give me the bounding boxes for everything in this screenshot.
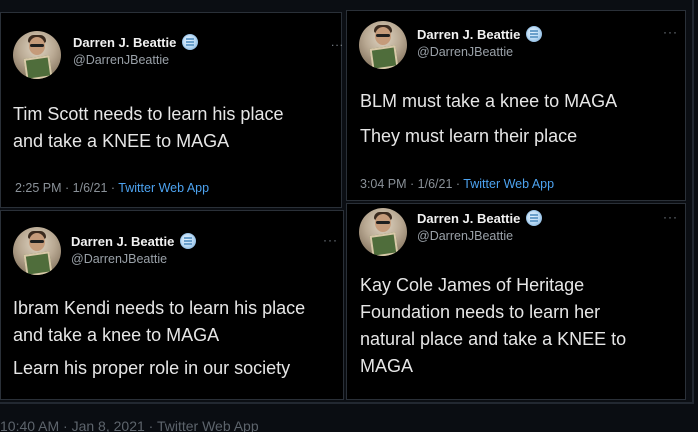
tweet-source-link[interactable]: Twitter Web App [463, 177, 554, 191]
tweet-line: Ibram Kendi needs to learn his place [13, 298, 306, 318]
tweet-line: and take a knee to MAGA [13, 325, 220, 345]
author-name[interactable]: Darren J. Beattie [417, 27, 520, 42]
tweet-card[interactable]: Darren J. Beattie @DarrenJBeattie ... Ti… [0, 12, 344, 208]
author-handle[interactable]: @DarrenJBeattie [71, 252, 167, 266]
tweet-line: Foundation needs to learn her [360, 302, 601, 322]
tweet-line: Learn his proper role in our society [13, 358, 291, 378]
author-handle[interactable]: @DarrenJBeattie [417, 45, 513, 59]
verified-badge-icon [526, 26, 543, 42]
tweet-meta: 2:25 PM · 1/6/21 · Twitter Web App [15, 181, 209, 195]
tweet-card[interactable]: Darren J. Beattie @DarrenJBeattie ··· BL… [346, 10, 686, 201]
tweet-line: natural place and take a KNEE to [360, 329, 627, 349]
tweet-line: MAGA [360, 356, 414, 376]
tweet-line: Tim Scott needs to learn his place [13, 104, 284, 124]
more-options-icon[interactable]: ... [331, 35, 344, 49]
author-row: Darren J. Beattie [417, 26, 543, 42]
avatar[interactable] [13, 227, 61, 275]
tweet-source-link[interactable]: Twitter Web App [118, 181, 209, 195]
more-options-icon[interactable]: ··· [663, 25, 678, 39]
tweet-timestamp[interactable]: 2:25 PM · 1/6/21 · [15, 181, 118, 195]
tweet-line: and take a KNEE to MAGA [13, 131, 230, 151]
verified-badge-icon [180, 233, 197, 249]
tweet-text: Tim Scott needs to learn his place and t… [13, 101, 333, 155]
tweet-text: Ibram Kendi needs to learn his place and… [13, 295, 341, 382]
screenshot-canvas: Darren J. Beattie @DarrenJBeattie ... Ti… [0, 0, 698, 432]
tweet-text: BLM must take a knee to MAGA They must l… [360, 88, 678, 150]
tweet-line: BLM must take a knee to MAGA [360, 91, 618, 111]
avatar[interactable] [359, 208, 407, 256]
more-options-icon[interactable]: ··· [663, 210, 678, 224]
more-options-icon[interactable]: ··· [323, 233, 338, 247]
verified-badge-icon [182, 34, 199, 50]
author-handle[interactable]: @DarrenJBeattie [417, 229, 513, 243]
outer-tweet-meta: 10:40 AM · Jan 8, 2021 · Twitter Web App [0, 418, 259, 432]
author-row: Darren J. Beattie [417, 210, 543, 226]
author-name[interactable]: Darren J. Beattie [417, 211, 520, 226]
author-row: Darren J. Beattie [73, 34, 199, 50]
avatar[interactable] [359, 21, 407, 69]
tweet-meta: 3:04 PM · 1/6/21 · Twitter Web App [360, 177, 554, 191]
tweet-line: Kay Cole James of Heritage [360, 275, 585, 295]
avatar[interactable] [13, 31, 61, 79]
author-row: Darren J. Beattie [71, 233, 197, 249]
tweet-line: They must learn their place [360, 126, 578, 146]
tweet-timestamp[interactable]: 3:04 PM · 1/6/21 · [360, 177, 463, 191]
author-name[interactable]: Darren J. Beattie [73, 35, 176, 50]
tweet-card[interactable]: Darren J. Beattie @DarrenJBeattie ··· Ib… [0, 210, 344, 400]
tweet-text: Kay Cole James of Heritage Foundation ne… [360, 272, 680, 380]
author-name[interactable]: Darren J. Beattie [71, 234, 174, 249]
verified-badge-icon [526, 210, 543, 226]
author-handle[interactable]: @DarrenJBeattie [73, 53, 169, 67]
tweet-card[interactable]: Darren J. Beattie @DarrenJBeattie ··· Ka… [346, 203, 686, 400]
